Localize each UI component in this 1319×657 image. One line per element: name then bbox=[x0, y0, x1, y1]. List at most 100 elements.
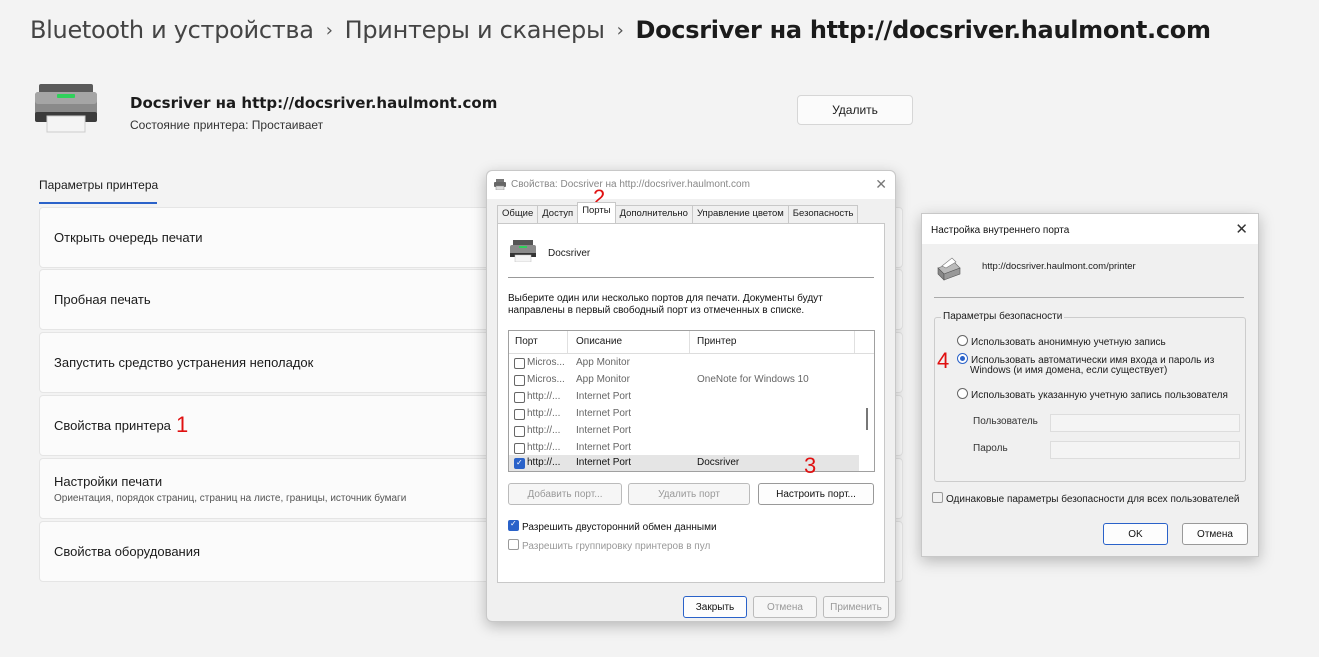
printer-small-icon bbox=[494, 179, 506, 190]
security-settings-group: Параметры безопасности Использовать анон… bbox=[934, 311, 1246, 482]
port-description: Internet Port bbox=[576, 457, 632, 468]
breadcrumb: Bluetooth и устройства › Принтеры и сканер… bbox=[30, 16, 1211, 44]
tab-security[interactable]: Безопасность bbox=[787, 205, 859, 223]
port-printer: OneNote for Windows 10 bbox=[697, 374, 809, 385]
bidi-checkbox[interactable]: Разрешить двусторонний обмен данными bbox=[508, 519, 717, 533]
annotation-4: 4 bbox=[937, 348, 950, 373]
column-divider bbox=[854, 331, 855, 353]
close-icon[interactable]: ✕ bbox=[1235, 220, 1248, 238]
password-field[interactable] bbox=[1050, 441, 1240, 459]
dialog-title: Настройка внутреннего порта bbox=[931, 225, 1070, 236]
cancel-button[interactable]: Отмена bbox=[753, 596, 817, 618]
radio-label: Использовать указанную учетную запись по… bbox=[971, 390, 1228, 401]
port-row[interactable]: http://... Internet Port bbox=[509, 406, 859, 423]
card-label: Свойства принтера bbox=[54, 418, 171, 433]
port-row[interactable]: Micros... App Monitor bbox=[509, 355, 859, 372]
checkbox-checked[interactable] bbox=[508, 519, 519, 531]
ports-scrollbar[interactable] bbox=[861, 353, 873, 469]
card-sublabel: Ориентация, порядок страниц, страниц на … bbox=[54, 493, 407, 504]
radio-anonymous[interactable]: Использовать анонимную учетную запись bbox=[957, 335, 1166, 348]
port-checkbox[interactable] bbox=[514, 426, 525, 437]
add-port-button[interactable]: Добавить порт... bbox=[508, 483, 622, 505]
port-name: http://... bbox=[527, 391, 561, 402]
dialog-titlebar[interactable]: Свойства: Docsriver на http://docsriver.… bbox=[487, 171, 895, 199]
column-printer[interactable]: Принтер bbox=[697, 336, 736, 347]
port-checkbox[interactable] bbox=[514, 409, 525, 420]
breadcrumb-separator: › bbox=[616, 20, 624, 41]
ok-button[interactable]: OK bbox=[1103, 523, 1168, 545]
delete-printer-button[interactable]: Удалить bbox=[797, 95, 913, 125]
radio-button[interactable] bbox=[957, 388, 968, 399]
group-title: Параметры безопасности bbox=[941, 311, 1065, 322]
breadcrumb-separator: › bbox=[325, 20, 333, 41]
card-label: Пробная печать bbox=[54, 292, 151, 307]
configure-port-button[interactable]: Настроить порт... bbox=[758, 483, 874, 505]
port-description: App Monitor bbox=[576, 357, 630, 368]
delete-port-button[interactable]: Удалить порт bbox=[628, 483, 750, 505]
printer-properties-dialog: Свойства: Docsriver на http://docsriver.… bbox=[486, 170, 896, 622]
divider bbox=[934, 297, 1244, 298]
port-row[interactable]: Micros... App Monitor OneNote for Windows … bbox=[509, 372, 859, 389]
card-label: Свойства оборудования bbox=[54, 544, 201, 559]
printer-status: Состояние принтера: Простаивает bbox=[130, 118, 324, 132]
column-divider bbox=[689, 331, 690, 353]
checkbox-unchecked[interactable] bbox=[932, 492, 943, 503]
cancel-button[interactable]: Отмена bbox=[1182, 523, 1248, 545]
dialog-title: Свойства: Docsriver на http://docsriver.… bbox=[511, 179, 750, 190]
card-label: Открыть очередь печати bbox=[54, 230, 203, 245]
port-checkbox[interactable] bbox=[514, 443, 525, 454]
apply-button[interactable]: Применить bbox=[823, 596, 889, 618]
port-row[interactable]: http://... Internet Port bbox=[509, 423, 859, 440]
password-label: Пароль bbox=[973, 443, 1008, 454]
close-icon[interactable]: ✕ bbox=[875, 176, 887, 193]
port-url: http://docsriver.haulmont.com/printer bbox=[982, 261, 1136, 272]
port-printer: Docsriver bbox=[697, 457, 740, 468]
ports-panel: Docsriver Выберите один или несколько по… bbox=[497, 223, 885, 583]
ports-list[interactable]: Порт Описание Принтер Micros... App Monit… bbox=[508, 330, 875, 472]
port-checkbox[interactable] bbox=[514, 358, 525, 369]
dialog-titlebar[interactable]: Настройка внутреннего порта ✕ bbox=[922, 214, 1258, 244]
port-description: Internet Port bbox=[576, 408, 632, 419]
annotation-3: 3 bbox=[804, 453, 817, 478]
tab-ports[interactable]: Порты bbox=[577, 202, 616, 224]
pool-checkbox[interactable]: Разрешить группировку принтеров в пул bbox=[508, 539, 710, 552]
radio-specified-account[interactable]: Использовать указанную учетную запись по… bbox=[957, 388, 1228, 401]
port-checkbox[interactable] bbox=[514, 458, 525, 469]
port-description: Internet Port bbox=[576, 391, 632, 402]
tab-general[interactable]: Общие bbox=[497, 205, 539, 223]
scrollbar-thumb[interactable] bbox=[866, 408, 868, 430]
tab-advanced[interactable]: Дополнительно bbox=[614, 205, 693, 223]
port-description: Internet Port bbox=[576, 442, 632, 453]
radio-button[interactable] bbox=[957, 335, 968, 346]
user-label: Пользователь bbox=[973, 416, 1038, 427]
port-name: Micros... bbox=[527, 374, 565, 385]
same-for-all-checkbox[interactable]: Одинаковые параметры безопасности для вс… bbox=[932, 492, 1240, 505]
user-field[interactable] bbox=[1050, 414, 1240, 432]
port-description: Internet Port bbox=[576, 425, 632, 436]
port-row[interactable]: http://... Internet Port bbox=[509, 389, 859, 406]
port-name: http://... bbox=[527, 442, 561, 453]
checkbox-unchecked[interactable] bbox=[508, 539, 519, 550]
checkbox-label: Разрешить двусторонний обмен данными bbox=[522, 522, 717, 533]
breadcrumb-bluetooth[interactable]: Bluetooth и устройства bbox=[30, 16, 314, 44]
dialog-printer-name: Docsriver bbox=[548, 248, 591, 259]
close-button[interactable]: Закрыть bbox=[683, 596, 747, 618]
tab-color-management[interactable]: Управление цветом bbox=[691, 205, 789, 223]
port-name: Micros... bbox=[527, 357, 565, 368]
breadcrumb-printers[interactable]: Принтеры и сканеры bbox=[345, 16, 605, 44]
column-description[interactable]: Описание bbox=[576, 336, 622, 347]
port-checkbox[interactable] bbox=[514, 375, 525, 386]
port-checkbox[interactable] bbox=[514, 392, 525, 403]
tab-strip: Общие Доступ Порты Дополнительно Управле… bbox=[497, 202, 859, 224]
tab-sharing[interactable]: Доступ bbox=[537, 205, 579, 223]
column-divider bbox=[567, 331, 568, 353]
radio-label: Использовать анонимную учетную запись bbox=[971, 337, 1166, 348]
radio-button-selected[interactable] bbox=[957, 353, 968, 364]
column-port[interactable]: Порт bbox=[515, 336, 538, 347]
divider bbox=[508, 277, 874, 278]
printer-icon bbox=[35, 84, 97, 133]
port-name: http://... bbox=[527, 457, 561, 468]
port-description: App Monitor bbox=[576, 374, 630, 385]
printer-icon bbox=[937, 257, 961, 281]
tab-printer-settings[interactable]: Параметры принтера bbox=[39, 178, 158, 192]
